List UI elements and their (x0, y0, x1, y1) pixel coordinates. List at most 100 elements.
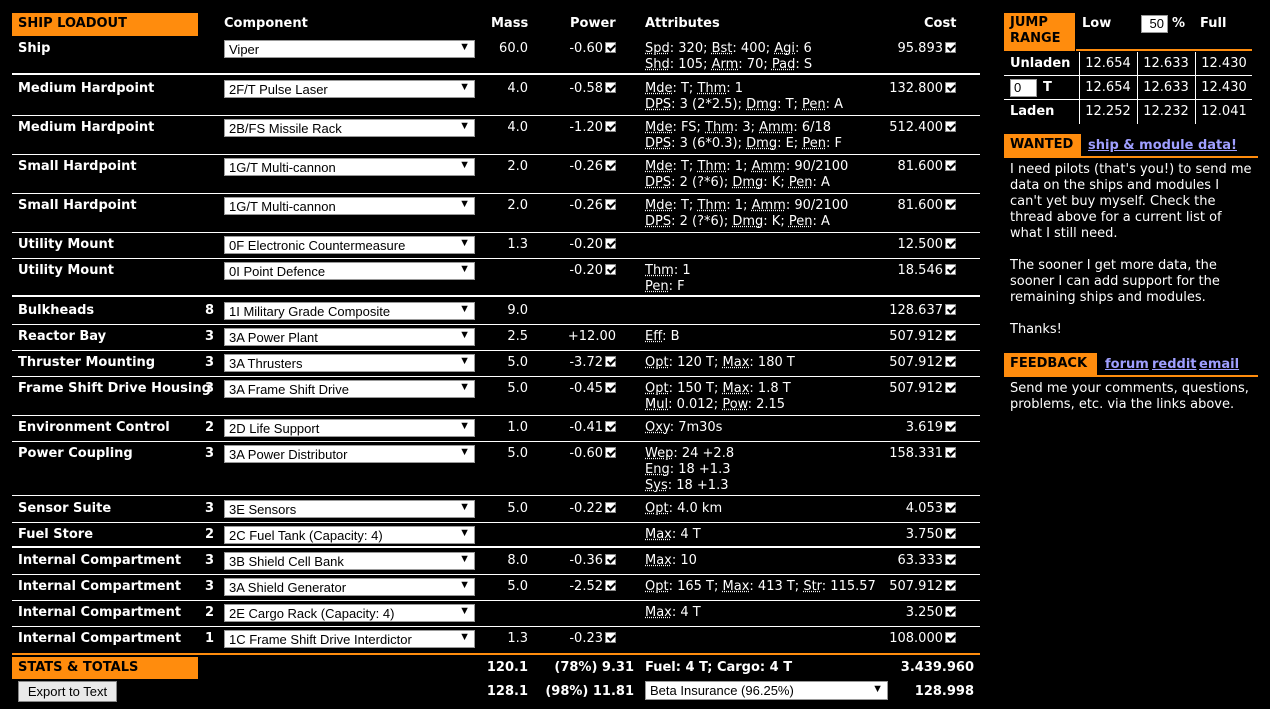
cost-checkbox[interactable] (945, 330, 956, 341)
insurance-select[interactable]: Beta Insurance (96.25%) ▼ (645, 681, 888, 700)
component-value: 3A Power Distributor (229, 447, 348, 462)
forum-link[interactable]: forum (1105, 357, 1149, 372)
chevron-down-icon: ▼ (459, 527, 470, 539)
cost-checkbox[interactable] (945, 82, 956, 93)
ship-module-data-link[interactable]: ship & module data! (1088, 138, 1237, 153)
cost-checkbox[interactable] (945, 42, 956, 53)
component-value: 3B Shield Cell Bank (229, 554, 344, 569)
cost-value: 3.250 (905, 605, 943, 620)
cost-value: 158.331 (889, 446, 943, 461)
component-select[interactable]: Viper ▼ (224, 40, 475, 58)
power-checkbox[interactable] (605, 121, 616, 132)
cost-checkbox[interactable] (945, 238, 956, 249)
loadout-row: Medium Hardpoint 2F/T Pulse Laser ▼ 4.0 -0.5… (12, 77, 980, 116)
slot-name: Bulkheads (18, 303, 95, 318)
component-select[interactable]: 3A Frame Shift Drive ▼ (224, 380, 475, 398)
cost-cell: 12.500 (872, 237, 956, 252)
cost-checkbox[interactable] (945, 447, 956, 458)
feedback-title: FEEDBACK (1004, 353, 1097, 376)
cost-cell: 507.912 (872, 381, 956, 396)
cost-cell: 128.637 (872, 303, 956, 318)
reddit-link[interactable]: reddit (1152, 357, 1197, 372)
cost-checkbox[interactable] (945, 632, 956, 643)
ship-loadout-panel: SHIP LOADOUT Component Mass Power Attrib… (12, 12, 980, 702)
component-select[interactable]: 3E Sensors ▼ (224, 500, 475, 518)
chevron-down-icon: ▼ (459, 263, 470, 275)
power-checkbox[interactable] (605, 199, 616, 210)
cost-checkbox[interactable] (945, 121, 956, 132)
power-checkbox[interactable] (605, 264, 616, 275)
component-select[interactable]: 3A Shield Generator ▼ (224, 578, 475, 596)
cost-checkbox[interactable] (945, 421, 956, 432)
slot-name: Internal Compartment (18, 579, 182, 594)
component-select[interactable]: 2F/T Pulse Laser ▼ (224, 80, 475, 98)
cost-checkbox[interactable] (945, 554, 956, 565)
component-select[interactable]: 0F Electronic Countermeasure ▼ (224, 236, 475, 254)
jump-low-value: 12.252 (1079, 100, 1136, 124)
power-checkbox[interactable] (605, 356, 616, 367)
cost-checkbox[interactable] (945, 382, 956, 393)
cost-checkbox[interactable] (945, 264, 956, 275)
cost-checkbox[interactable] (945, 502, 956, 513)
power-checkbox[interactable] (605, 82, 616, 93)
power-checkbox[interactable] (605, 238, 616, 249)
component-select[interactable]: 2C Fuel Tank (Capacity: 4) ▼ (224, 526, 475, 544)
component-value: 2E Cargo Rack (Capacity: 4) (229, 606, 395, 621)
component-select[interactable]: 3B Shield Cell Bank ▼ (224, 552, 475, 570)
attribute-line: Eff: B (645, 329, 680, 344)
component-select[interactable]: 2E Cargo Rack (Capacity: 4) ▼ (224, 604, 475, 622)
export-to-text-button[interactable]: Export to Text (18, 681, 117, 702)
cost-checkbox[interactable] (945, 356, 956, 367)
cargo-tonnage-input[interactable]: 0 (1010, 79, 1037, 97)
slot-class: 8 (204, 303, 214, 318)
chevron-down-icon: ▼ (459, 41, 470, 53)
total-cost: 3.439.960 (900, 660, 974, 675)
component-select[interactable]: 1G/T Multi-cannon ▼ (224, 197, 475, 215)
cost-checkbox[interactable] (945, 304, 956, 315)
attribute-line: DPS: 3 (6*0.3); Dmg: E; Pen: F (645, 136, 842, 151)
slot-name: Power Coupling (18, 446, 133, 461)
component-select[interactable]: 2D Life Support ▼ (224, 419, 475, 437)
power-checkbox[interactable] (605, 447, 616, 458)
component-select[interactable]: 2B/FS Missile Rack ▼ (224, 119, 475, 137)
cost-checkbox[interactable] (945, 606, 956, 617)
power-cell: -0.26 (542, 198, 616, 213)
email-link[interactable]: email (1199, 357, 1239, 372)
component-value: 1G/T Multi-cannon (229, 160, 336, 175)
cost-cell: 507.912 (872, 329, 956, 344)
cost-value: 507.912 (889, 329, 943, 344)
power-checkbox[interactable] (605, 580, 616, 591)
cost-checkbox[interactable] (945, 580, 956, 591)
cost-value: 128.637 (889, 303, 943, 318)
attributes: Opt: 120 T; Max: 180 T (645, 355, 795, 371)
component-select[interactable]: 1I Military Grade Composite ▼ (224, 302, 475, 320)
chevron-down-icon: ▼ (459, 159, 470, 171)
component-select[interactable]: 3A Thrusters ▼ (224, 354, 475, 372)
component-select[interactable]: 0I Point Defence ▼ (224, 262, 475, 280)
component-select[interactable]: 3A Power Plant ▼ (224, 328, 475, 346)
percent-input[interactable]: 50 (1141, 15, 1168, 33)
component-select[interactable]: 1G/T Multi-cannon ▼ (224, 158, 475, 176)
attribute-line: Opt: 150 T; Max: 1.8 T (645, 381, 791, 396)
cost-checkbox[interactable] (945, 199, 956, 210)
jump-title-line1: JUMP (1010, 15, 1048, 30)
power-checkbox[interactable] (605, 42, 616, 53)
chevron-down-icon: ▼ (459, 553, 470, 565)
component-select[interactable]: 1C Frame Shift Drive Interdictor ▼ (224, 630, 475, 648)
cost-checkbox[interactable] (945, 160, 956, 171)
power-checkbox[interactable] (605, 160, 616, 171)
power-checkbox[interactable] (605, 554, 616, 565)
stats-totals: STATS & TOTALS 120.1 (78%) 9.31 Fuel: 4 … (12, 653, 980, 703)
totals-title: STATS & TOTALS (12, 657, 198, 679)
slot-name: Frame Shift Drive Housing (18, 381, 211, 396)
power-cell: -0.41 (542, 420, 616, 435)
power-checkbox[interactable] (605, 632, 616, 643)
component-select[interactable]: 3A Power Distributor ▼ (224, 445, 475, 463)
chevron-down-icon: ▼ (459, 120, 470, 132)
power-checkbox[interactable] (605, 421, 616, 432)
power-cell: -1.20 (542, 120, 616, 135)
slot-class: 3 (204, 553, 214, 568)
cost-checkbox[interactable] (945, 528, 956, 539)
power-checkbox[interactable] (605, 502, 616, 513)
power-checkbox[interactable] (605, 382, 616, 393)
